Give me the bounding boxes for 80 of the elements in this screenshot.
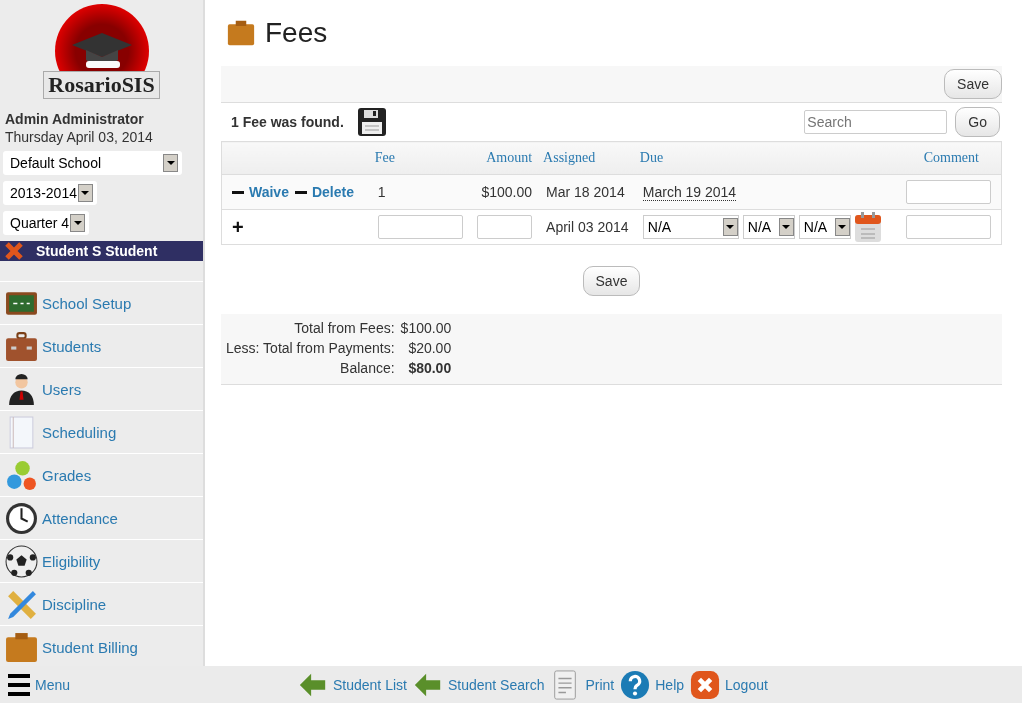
dropdown[interactable]: 2013-2014 bbox=[7, 184, 93, 202]
total-value: $20.00 bbox=[408, 340, 452, 356]
table-cell: $100.00 bbox=[481, 184, 533, 200]
column-header: Amount bbox=[473, 141, 543, 175]
menu-item-label: Student Billing bbox=[42, 638, 138, 656]
menu-item-label: Discipline bbox=[42, 595, 107, 613]
close-icon[interactable] bbox=[4, 241, 24, 261]
column-header: Due bbox=[638, 141, 902, 175]
dropdown[interactable]: N/A bbox=[798, 215, 851, 239]
due-date-link[interactable]: March 19 2014 bbox=[642, 184, 737, 201]
column-header: Fee bbox=[373, 141, 474, 175]
total-label: Balance: bbox=[340, 360, 395, 376]
menu-item[interactable]: Users bbox=[0, 368, 203, 411]
page-title: Fees bbox=[265, 17, 328, 49]
go-button[interactable]: Go bbox=[955, 107, 1000, 137]
total-value: $100.00 bbox=[400, 320, 452, 336]
user-name: Admin Administrator bbox=[4, 110, 145, 127]
colorful-shapes-icon bbox=[5, 458, 38, 492]
current-date: Thursday April 03, 2014 bbox=[4, 128, 154, 147]
save-button[interactable]: Save bbox=[582, 266, 641, 296]
menu-item[interactable]: School Setup bbox=[0, 282, 203, 325]
menu-item-label: Scheduling bbox=[42, 423, 117, 441]
menu-item[interactable]: Scheduling bbox=[0, 411, 203, 454]
calendar-icon[interactable] bbox=[854, 212, 881, 242]
add-icon[interactable]: + bbox=[232, 215, 244, 238]
amount-field[interactable] bbox=[477, 215, 533, 239]
dropdown[interactable]: N/A bbox=[742, 215, 795, 239]
caret-icon bbox=[838, 225, 847, 229]
result-count: 1 Fee was found. bbox=[231, 114, 344, 130]
column-header: Comment bbox=[901, 141, 1002, 175]
briefcase-icon bbox=[5, 329, 38, 363]
caret-icon bbox=[73, 221, 82, 225]
menu-item[interactable]: Attendance bbox=[0, 497, 203, 540]
search-field[interactable]: Search bbox=[804, 110, 948, 134]
soccer-ball-icon bbox=[5, 544, 38, 578]
menu-item-label: School Setup bbox=[42, 294, 132, 312]
briefcase-icon bbox=[5, 630, 38, 664]
menu-button[interactable]: Menu bbox=[0, 672, 298, 697]
total-value: $80.00 bbox=[408, 360, 452, 376]
fee-title-field[interactable] bbox=[377, 215, 463, 239]
caret-icon bbox=[166, 161, 175, 165]
current-student-bar[interactable]: Student S Student bbox=[0, 241, 203, 261]
briefcase-icon bbox=[227, 19, 255, 47]
total-label: Less: Total from Payments: bbox=[226, 340, 395, 356]
menu-item-label: Attendance bbox=[42, 509, 118, 527]
menu-item[interactable]: Discipline bbox=[0, 583, 203, 626]
action-link[interactable]: Waive bbox=[249, 184, 289, 200]
column-header: Assigned bbox=[542, 141, 639, 175]
table-cell: Mar 18 2014 bbox=[546, 184, 625, 200]
action-link[interactable]: Delete bbox=[311, 184, 354, 200]
minus-icon bbox=[232, 191, 244, 196]
menu-item[interactable]: Students bbox=[0, 325, 203, 368]
dropdown[interactable]: N/A bbox=[642, 215, 739, 239]
footer-link[interactable]: Student List bbox=[298, 669, 407, 700]
menu-item[interactable]: Eligibility bbox=[0, 540, 203, 583]
menu-item-label: Students bbox=[42, 337, 102, 355]
caret-icon bbox=[81, 191, 90, 195]
dropdown[interactable]: Quarter 4 bbox=[7, 214, 86, 232]
caret-icon bbox=[726, 225, 735, 229]
table-cell: April 03 2014 bbox=[546, 219, 629, 235]
caret-icon bbox=[782, 225, 791, 229]
footer-link[interactable]: Student Search bbox=[412, 669, 545, 700]
table-cell: 1 bbox=[377, 184, 386, 200]
close-icon bbox=[690, 669, 721, 700]
menu-item[interactable]: Grades bbox=[0, 454, 203, 497]
menu-item-label: Grades bbox=[42, 466, 92, 484]
clock-icon bbox=[5, 501, 38, 535]
comment-field[interactable] bbox=[905, 180, 991, 204]
comment-field[interactable] bbox=[905, 215, 991, 239]
total-label: Total from Fees: bbox=[294, 320, 395, 336]
minus-icon bbox=[294, 191, 307, 196]
help-icon bbox=[620, 669, 651, 700]
footer-link[interactable]: Help bbox=[620, 669, 685, 700]
footer-link[interactable]: Logout bbox=[690, 669, 768, 700]
save-button[interactable]: Save bbox=[944, 69, 1002, 99]
menu-item-label: Users bbox=[42, 380, 82, 398]
footer-link[interactable]: Print bbox=[550, 669, 615, 700]
menu-icon bbox=[8, 672, 30, 697]
logo-text: RosarioSIS bbox=[43, 71, 160, 99]
menu-item-label: Eligibility bbox=[42, 552, 101, 570]
